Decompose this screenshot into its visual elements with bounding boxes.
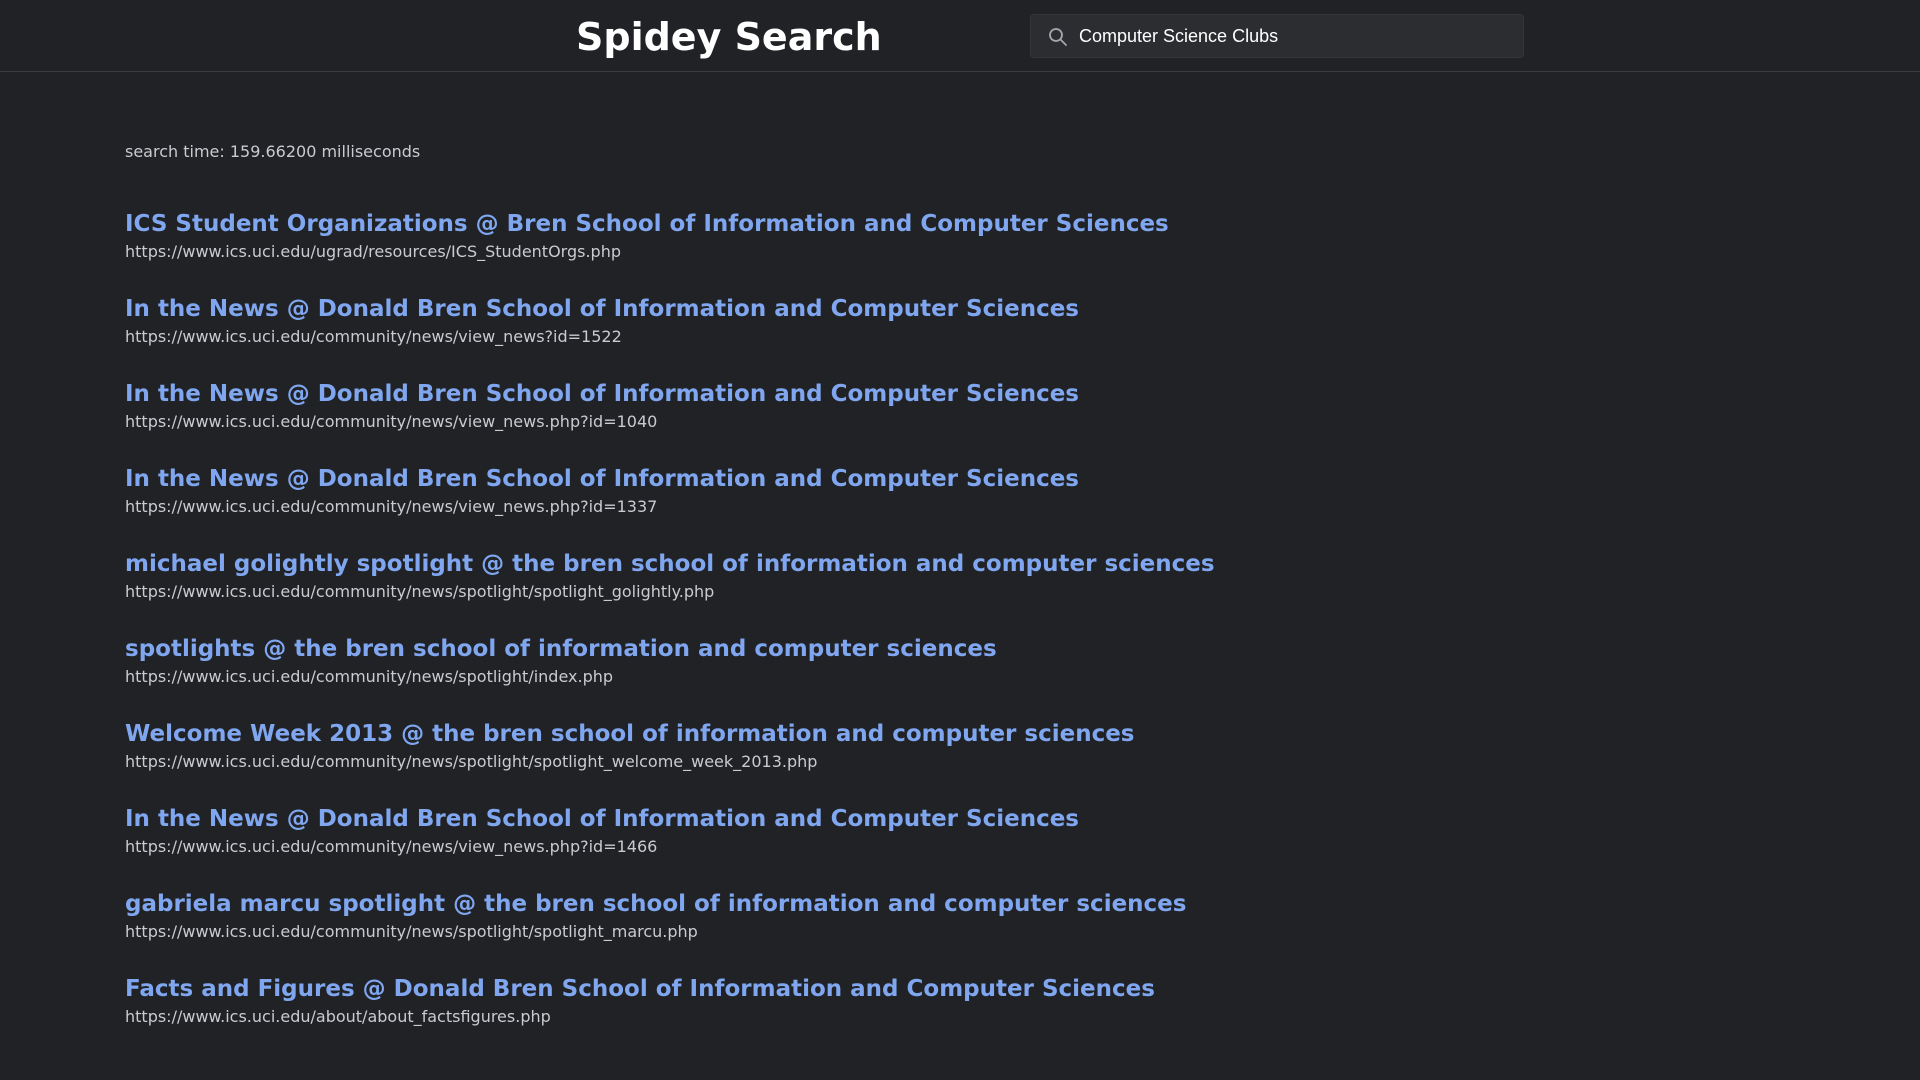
- result-title-link[interactable]: Facts and Figures @ Donald Bren School o…: [125, 973, 1525, 1005]
- search-icon: [1048, 27, 1068, 47]
- result-title-link[interactable]: gabriela marcu spotlight @ the bren scho…: [125, 888, 1525, 920]
- search-box[interactable]: [1030, 14, 1524, 58]
- result-url: https://www.ics.uci.edu/community/news/v…: [125, 837, 658, 856]
- result-url: https://www.ics.uci.edu/about/about_fact…: [125, 1007, 551, 1026]
- result-title-link[interactable]: In the News @ Donald Bren School of Info…: [125, 293, 1525, 325]
- result-item: gabriela marcu spotlight @ the bren scho…: [125, 888, 1525, 973]
- result-item: In the News @ Donald Bren School of Info…: [125, 293, 1525, 378]
- results-section: search time: 159.66200 milliseconds ICS …: [125, 140, 1525, 1058]
- result-item: In the News @ Donald Bren School of Info…: [125, 378, 1525, 463]
- result-item: ICS Student Organizations @ Bren School …: [125, 208, 1525, 293]
- result-title-link[interactable]: spotlights @ the bren school of informat…: [125, 633, 1525, 665]
- header-bar: Spidey Search: [0, 0, 1920, 72]
- search-time: search time: 159.66200 milliseconds: [125, 142, 421, 161]
- result-title-link[interactable]: Welcome Week 2013 @ the bren school of i…: [125, 718, 1525, 750]
- result-title-link[interactable]: ICS Student Organizations @ Bren School …: [125, 208, 1525, 240]
- result-item: michael golightly spotlight @ the bren s…: [125, 548, 1525, 633]
- result-url: https://www.ics.uci.edu/community/news/s…: [125, 922, 698, 941]
- result-url: https://www.ics.uci.edu/community/news/v…: [125, 412, 658, 431]
- app-title: Spidey Search: [576, 15, 882, 59]
- results-list: ICS Student Organizations @ Bren School …: [125, 208, 1525, 1058]
- result-title-link[interactable]: In the News @ Donald Bren School of Info…: [125, 803, 1525, 835]
- result-item: In the News @ Donald Bren School of Info…: [125, 803, 1525, 888]
- result-url: https://www.ics.uci.edu/community/news/v…: [125, 497, 658, 516]
- result-url: https://www.ics.uci.edu/community/news/s…: [125, 667, 614, 686]
- result-url: https://www.ics.uci.edu/ugrad/resources/…: [125, 242, 621, 261]
- search-input[interactable]: [1079, 15, 1509, 57]
- result-url: https://www.ics.uci.edu/community/news/v…: [125, 327, 622, 346]
- result-url: https://www.ics.uci.edu/community/news/s…: [125, 752, 818, 771]
- result-title-link[interactable]: In the News @ Donald Bren School of Info…: [125, 378, 1525, 410]
- result-item: spotlights @ the bren school of informat…: [125, 633, 1525, 718]
- result-title-link[interactable]: michael golightly spotlight @ the bren s…: [125, 548, 1525, 580]
- result-item: Facts and Figures @ Donald Bren School o…: [125, 973, 1525, 1058]
- result-url: https://www.ics.uci.edu/community/news/s…: [125, 582, 715, 601]
- result-item: In the News @ Donald Bren School of Info…: [125, 463, 1525, 548]
- result-title-link[interactable]: In the News @ Donald Bren School of Info…: [125, 463, 1525, 495]
- result-item: Welcome Week 2013 @ the bren school of i…: [125, 718, 1525, 803]
